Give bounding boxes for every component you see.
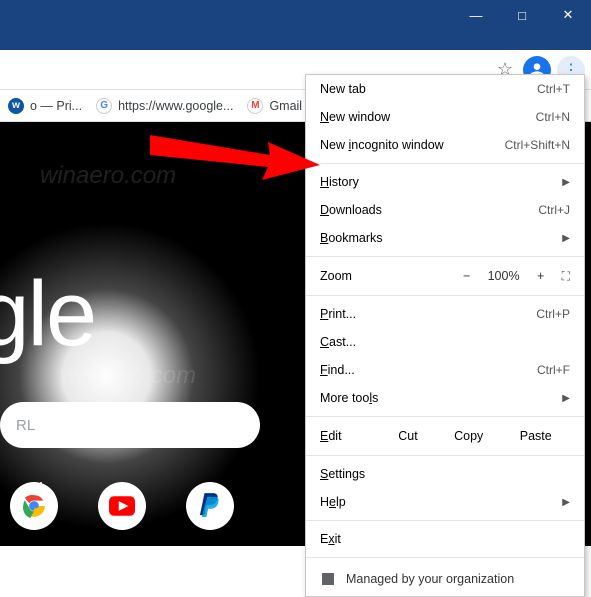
managed-label: Managed by your organization bbox=[346, 572, 514, 586]
shortcut-youtube[interactable] bbox=[98, 482, 146, 530]
zoom-value: 100% bbox=[488, 269, 520, 283]
menu-cast[interactable]: Cast... bbox=[306, 328, 584, 356]
google-logo: oogle bbox=[0, 262, 95, 367]
google-icon: G bbox=[96, 98, 112, 114]
menu-settings[interactable]: Settings bbox=[306, 460, 584, 488]
menu-zoom: Zoom − 100% + ⛶ bbox=[306, 261, 584, 291]
chrome-menu: New tab Ctrl+T New window Ctrl+N New inc… bbox=[305, 74, 585, 597]
copy-button[interactable]: Copy bbox=[454, 429, 483, 443]
paste-button[interactable]: Paste bbox=[520, 429, 552, 443]
maximize-button[interactable]: □ bbox=[499, 0, 545, 30]
menu-separator bbox=[306, 295, 584, 296]
menu-more-tools[interactable]: More tools ▶ bbox=[306, 384, 584, 412]
menu-separator bbox=[306, 416, 584, 417]
menu-edit-row: Edit Cut Copy Paste bbox=[306, 421, 584, 451]
chevron-right-icon: ▶ bbox=[562, 393, 570, 404]
chevron-right-icon: ▶ bbox=[562, 233, 570, 244]
shortcut-text: Ctrl+F bbox=[537, 363, 570, 377]
youtube-icon bbox=[109, 496, 135, 516]
search-placeholder: RL bbox=[16, 417, 35, 434]
chevron-right-icon: ▶ bbox=[562, 497, 570, 508]
menu-managed[interactable]: Managed by your organization bbox=[306, 562, 584, 596]
watermark: winaero.com bbox=[40, 162, 176, 190]
shortcut-text: Ctrl+Shift+N bbox=[505, 138, 570, 152]
shortcut-text: Ctrl+J bbox=[538, 203, 570, 217]
menu-separator bbox=[306, 520, 584, 521]
zoom-out-button[interactable]: − bbox=[460, 269, 474, 283]
menu-new-tab[interactable]: New tab Ctrl+T bbox=[306, 75, 584, 103]
shortcut-paypal[interactable] bbox=[186, 482, 234, 530]
shortcut-text: Ctrl+P bbox=[536, 307, 570, 321]
shortcut-text: Ctrl+N bbox=[536, 110, 570, 124]
menu-separator bbox=[306, 455, 584, 456]
menu-separator bbox=[306, 163, 584, 164]
ntp-shortcuts bbox=[10, 482, 234, 530]
menu-separator bbox=[306, 256, 584, 257]
bookmark-item[interactable]: M Gmail bbox=[247, 98, 302, 114]
menu-help[interactable]: Help ▶ bbox=[306, 488, 584, 516]
close-button[interactable]: ✕ bbox=[545, 0, 591, 30]
window-controls: — □ ✕ bbox=[453, 0, 591, 30]
bookmark-label: o — Pri... bbox=[30, 99, 82, 113]
gmail-icon: M bbox=[247, 98, 263, 114]
minimize-button[interactable]: — bbox=[453, 0, 499, 30]
cut-button[interactable]: Cut bbox=[398, 429, 417, 443]
building-icon bbox=[320, 571, 336, 587]
menu-new-incognito[interactable]: New incognito window Ctrl+Shift+N bbox=[306, 131, 584, 159]
menu-bookmarks[interactable]: Bookmarks ▶ bbox=[306, 224, 584, 252]
shortcut-text: Ctrl+T bbox=[537, 82, 570, 96]
menu-print[interactable]: Print... Ctrl+P bbox=[306, 300, 584, 328]
bookmark-item[interactable]: w o — Pri... bbox=[8, 98, 82, 114]
menu-exit[interactable]: Exit bbox=[306, 525, 584, 553]
bookmark-item[interactable]: G https://www.google... bbox=[96, 98, 233, 114]
chevron-right-icon: ▶ bbox=[562, 177, 570, 188]
menu-find[interactable]: Find... Ctrl+F bbox=[306, 356, 584, 384]
window-titlebar: — □ ✕ bbox=[0, 0, 591, 50]
zoom-label: Zoom bbox=[320, 269, 460, 283]
menu-separator bbox=[306, 557, 584, 558]
fullscreen-icon[interactable]: ⛶ bbox=[562, 269, 570, 284]
site-icon: w bbox=[8, 98, 24, 114]
bookmark-label: https://www.google... bbox=[118, 99, 233, 113]
shortcut-chrome[interactable] bbox=[10, 482, 58, 530]
zoom-in-button[interactable]: + bbox=[534, 269, 548, 283]
chrome-icon bbox=[21, 493, 47, 519]
edit-label: Edit bbox=[320, 429, 380, 443]
menu-downloads[interactable]: Downloads Ctrl+J bbox=[306, 196, 584, 224]
menu-history[interactable]: History ▶ bbox=[306, 168, 584, 196]
search-box[interactable]: RL bbox=[0, 402, 260, 448]
paypal-icon bbox=[199, 493, 221, 519]
bookmark-label: Gmail bbox=[269, 99, 302, 113]
menu-new-window[interactable]: New window Ctrl+N bbox=[306, 103, 584, 131]
